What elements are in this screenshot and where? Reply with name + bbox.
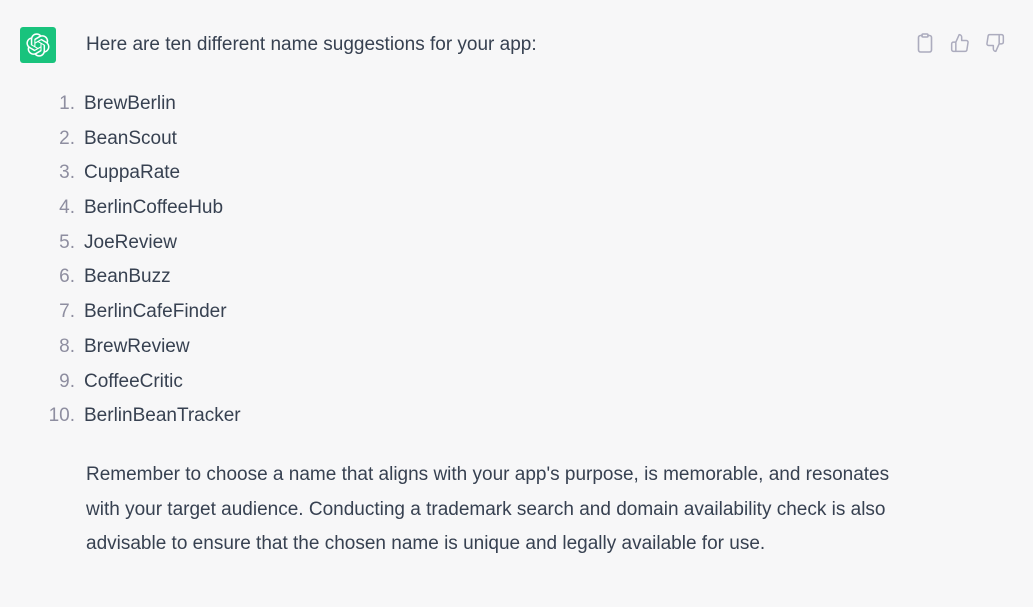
app-name: BeanScout <box>84 127 177 149</box>
thumbs-down-button[interactable] <box>982 30 1007 55</box>
list-number: 2. <box>59 127 75 149</box>
list-item: 4. BerlinCoffeeHub <box>0 191 241 226</box>
app-name: BrewBerlin <box>84 93 176 114</box>
closing-paragraph: Remember to choose a name that aligns wi… <box>86 464 890 555</box>
app-name: CoffeeCritic <box>84 370 183 392</box>
thumbs-up-button[interactable] <box>947 30 972 55</box>
app-name: BerlinCafeFinder <box>84 301 227 323</box>
clipboard-icon <box>917 32 932 53</box>
list-number: 8. <box>59 335 75 357</box>
list-item: 2. BeanScout <box>0 122 241 157</box>
intro-text: Here are ten different name suggestions … <box>86 34 537 55</box>
app-name: BerlinBeanTracker <box>84 405 241 427</box>
list-number: 5. <box>59 231 75 253</box>
copy-button[interactable] <box>912 30 937 55</box>
app-name: BrewReview <box>84 335 190 357</box>
app-name: JoeReview <box>84 231 177 253</box>
list-item: 10. BerlinBeanTracker <box>0 399 241 434</box>
name-suggestion-list: 1. BrewBerlin 2. BeanScout 3. CuppaRate … <box>0 87 241 434</box>
list-item: 8. BrewReview <box>0 330 241 365</box>
assistant-avatar <box>20 27 56 63</box>
app-name: BerlinCoffeeHub <box>84 197 224 219</box>
openai-logo-icon <box>26 33 50 57</box>
list-number: 9. <box>59 370 75 392</box>
app-name: CuppaRate <box>84 162 181 184</box>
list-number: 3. <box>59 162 75 184</box>
thumbs-up-icon <box>950 33 969 52</box>
list-item: 1. BrewBerlin <box>0 87 241 122</box>
message-actions <box>912 30 1007 55</box>
list-number: 7. <box>59 301 75 323</box>
list-number: 4. <box>59 197 75 219</box>
list-item: 9. CoffeeCritic <box>0 365 241 400</box>
list-number: 6. <box>59 266 75 288</box>
list-item: 5. JoeReview <box>0 226 241 261</box>
list-item: 3. CuppaRate <box>0 156 241 191</box>
list-number: 1. <box>59 93 75 114</box>
list-item: 7. BerlinCafeFinder <box>0 295 241 330</box>
thumbs-down-icon <box>985 33 1004 52</box>
list-number: 10. <box>48 405 75 427</box>
list-item: 6. BeanBuzz <box>0 260 241 295</box>
app-name: BeanBuzz <box>84 266 171 288</box>
